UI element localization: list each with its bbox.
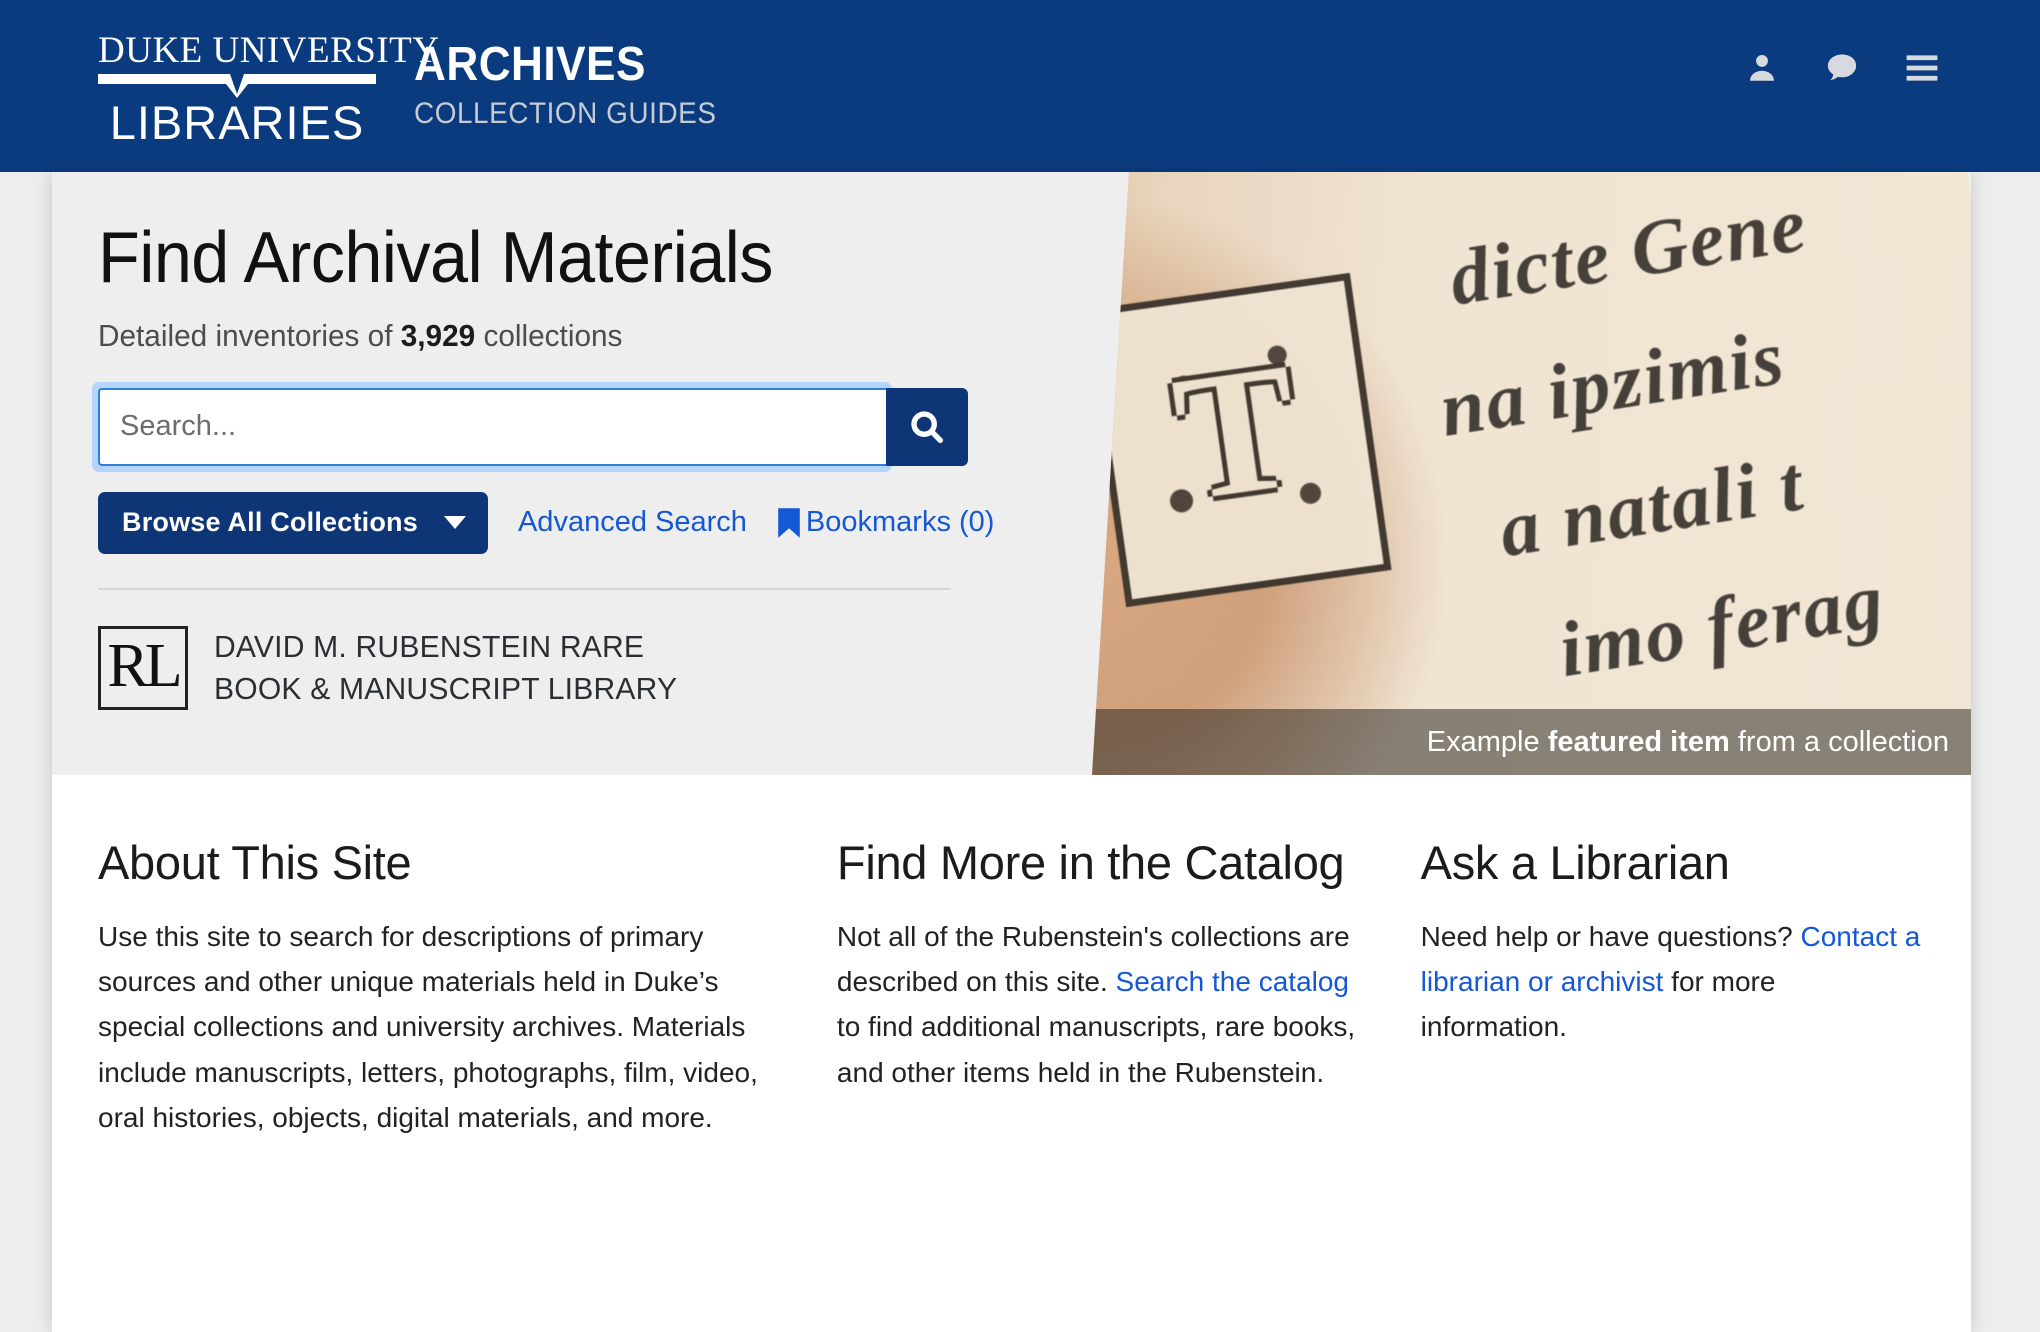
browse-button-label: Browse All Collections (122, 507, 418, 538)
library-name-line-2: BOOK & MANUSCRIPT LIBRARY (214, 670, 678, 706)
manuscript-line: a natali t (1493, 439, 1810, 574)
column-about-this-site: About This Site Use this site to search … (98, 836, 837, 1140)
featured-item-image[interactable]: T dicte Gene na ipzimis a natali t imo f… (1092, 172, 1971, 775)
search-the-catalog-link[interactable]: Search the catalog (1116, 966, 1350, 997)
search-bar (92, 381, 978, 472)
caption-suffix: from a collection (1729, 725, 1949, 758)
catalog-body-after: to find additional manuscripts, rare boo… (836, 1011, 1356, 1088)
subtitle-prefix: Detailed inventories of (98, 317, 401, 353)
featured-item-caption: Example featured item from a collection (1092, 709, 1971, 775)
search-submit-button[interactable] (886, 387, 968, 466)
rl-monogram-text: RL (107, 631, 182, 700)
user-icon[interactable] (1744, 50, 1780, 86)
library-name-line-1: DAVID M. RUBENSTEIN RARE (214, 628, 645, 664)
about-heading: About This Site (98, 836, 412, 889)
bookmarks-label: Bookmarks (0) (805, 506, 995, 539)
hero-section: Find Archival Materials Detailed invento… (52, 172, 1971, 775)
manuscript-line: na ipzimis (1434, 312, 1791, 453)
duke-logo-bottom-line: LIBRARIES (109, 96, 365, 149)
rubenstein-library-name: DAVID M. RUBENSTEIN RARE BOOK & MANUSCRI… (214, 626, 677, 710)
collection-count: 3,929 (400, 317, 476, 353)
about-body: Use this site to search for descriptions… (98, 920, 758, 1134)
manuscript-line: imo ferag (1553, 555, 1891, 694)
page-shell: Find Archival Materials Detailed invento… (52, 172, 1971, 1332)
manuscript-text-block: dicte Gene na ipzimis a natali t imo fer… (1108, 172, 1971, 775)
rubenstein-rl-monogram-icon: RL (98, 625, 188, 710)
caption-prefix: Example (1426, 725, 1548, 758)
ask-librarian-heading: Ask a Librarian (1420, 836, 1730, 889)
hero-actions-row: Browse All Collections Advanced Search B… (98, 491, 1062, 554)
site-header: DUKE UNIVERSITY LIBRARIES ARCHIVES COLLE… (0, 0, 2040, 172)
bookmarks-link[interactable]: Bookmarks (0) (777, 506, 995, 539)
caption-text: Example featured item from a collection (1427, 726, 1949, 759)
duke-university-libraries-logo[interactable]: DUKE UNIVERSITY LIBRARIES (98, 30, 440, 149)
browse-all-collections-button[interactable]: Browse All Collections (98, 491, 488, 554)
brand-block[interactable]: DUKE UNIVERSITY LIBRARIES ARCHIVES COLLE… (98, 32, 739, 146)
header-icon-group (1744, 50, 1940, 86)
ask-body-before: Need help or have questions? (1420, 920, 1801, 952)
manuscript-line: dicte Gene (1443, 179, 1813, 322)
hero-divider (98, 587, 951, 590)
duke-logo-swoosh-icon (98, 72, 376, 98)
archives-title: ARCHIVES (414, 38, 646, 91)
column-find-more-in-catalog: Find More in the Catalog Not all of the … (836, 836, 1421, 1140)
collection-count-text: Detailed inventories of 3,929 collection… (98, 318, 1023, 354)
advanced-search-link[interactable]: Advanced Search (518, 506, 747, 539)
subtitle-suffix: collections (475, 317, 623, 353)
caption-bold: featured item (1547, 725, 1730, 758)
rubenstein-library-link[interactable]: RL DAVID M. RUBENSTEIN RARE BOOK & MANUS… (98, 625, 1062, 710)
column-ask-a-librarian: Ask a Librarian Need help or have questi… (1420, 836, 1925, 1140)
bookmark-icon (778, 507, 800, 538)
ask-librarian-body: Need help or have questions? Contact a l… (1421, 914, 1925, 1050)
catalog-body: Not all of the Rubenstein's collections … (837, 914, 1361, 1095)
content-columns: About This Site Use this site to search … (52, 775, 1971, 1140)
hero-left-panel: Find Archival Materials Detailed invento… (52, 172, 1062, 775)
duke-logo-top-line: DUKE UNIVERSITY (98, 30, 440, 71)
hamburger-menu-icon[interactable] (1904, 50, 1940, 86)
search-icon (911, 411, 943, 443)
archives-subtitle: COLLECTION GUIDES (414, 96, 717, 130)
catalog-heading: Find More in the Catalog (836, 836, 1345, 889)
search-input[interactable] (98, 387, 886, 466)
chevron-down-icon (443, 516, 466, 530)
chat-icon[interactable] (1824, 50, 1860, 86)
page-title: Find Archival Materials (98, 218, 774, 298)
archives-title-block[interactable]: ARCHIVES COLLECTION GUIDES (414, 32, 739, 132)
